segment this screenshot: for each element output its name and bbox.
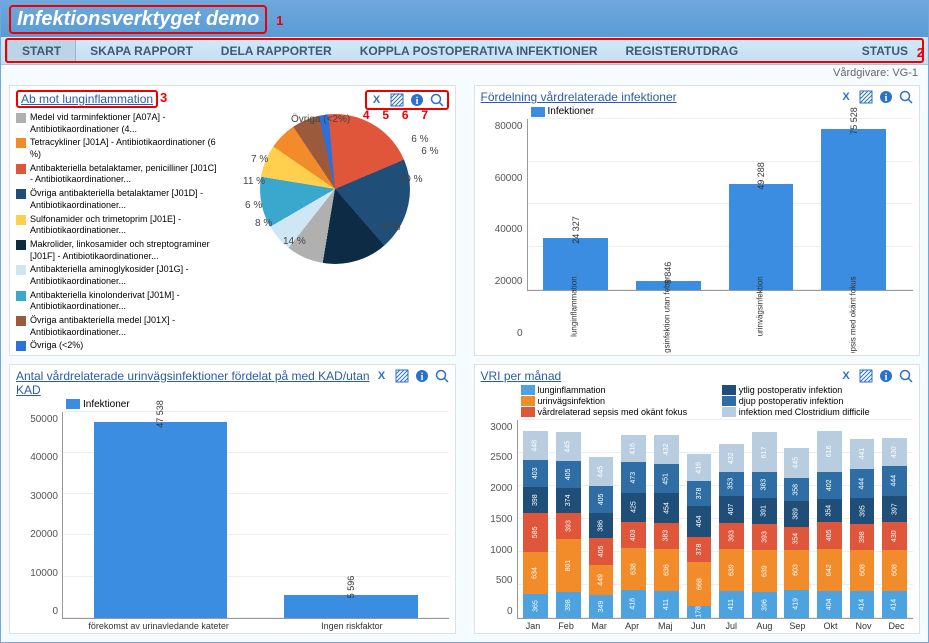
svg-text:i: i bbox=[420, 372, 423, 383]
nav-bar: 2 START SKAPA RAPPORT DELA RAPPORTER KOP… bbox=[1, 37, 928, 65]
panel-bar-top-tools: X i bbox=[839, 90, 913, 104]
legend-label: Tetracykliner [J01A] - Antibiotikaordina… bbox=[30, 137, 221, 160]
panel-stack-tools: X i bbox=[839, 369, 913, 383]
panel-pie-tools: X i 4 5 6 7 bbox=[365, 90, 449, 110]
annotation-1: 1 bbox=[276, 13, 283, 28]
nav-status[interactable]: STATUS bbox=[848, 40, 922, 62]
panel-bar-bl-title[interactable]: Antal vårdrelaterade urinvägsinfektioner… bbox=[16, 369, 375, 397]
close-icon[interactable]: X bbox=[370, 93, 384, 107]
hatch-icon[interactable] bbox=[859, 90, 873, 104]
legend-swatch bbox=[16, 291, 26, 301]
svg-text:i: i bbox=[885, 93, 888, 104]
legend-swatch bbox=[16, 189, 26, 199]
info-icon[interactable]: i bbox=[879, 90, 893, 104]
legend-label: Makrolider, linkosamider och streptogram… bbox=[30, 239, 221, 262]
svg-text:i: i bbox=[885, 372, 888, 383]
panel-bar-bl: Antal vårdrelaterade urinvägsinfektioner… bbox=[9, 364, 456, 635]
pie-slice-label: 20 % bbox=[400, 174, 423, 185]
legend-label: Övriga (<2%) bbox=[30, 340, 83, 352]
nav-registerutdrag[interactable]: REGISTERUTDRAG bbox=[612, 40, 753, 62]
panel-stack-title[interactable]: VRI per månad bbox=[481, 369, 562, 383]
legend-swatch bbox=[16, 265, 26, 275]
panel-bar-bl-tools: X i bbox=[375, 369, 449, 383]
legend-swatch bbox=[16, 341, 26, 351]
pie-chart: Övriga (<2%) 6 % 6 % 20 % 20 % 14 % 8 % … bbox=[221, 110, 449, 353]
info-icon[interactable]: i bbox=[879, 369, 893, 383]
pie-slice-label: 11 % bbox=[243, 176, 265, 187]
dashboard-content: Ab mot lunginflammation 3 X i 4 5 6 7 Me bbox=[1, 81, 928, 642]
legend-swatch bbox=[16, 240, 26, 250]
legend-label: Antibakteriella betalaktamer, penicillin… bbox=[30, 163, 221, 186]
panel-bar-top: Fördelning vårdrelaterade infektioner X … bbox=[474, 85, 921, 356]
annotation-3: 3 bbox=[160, 90, 167, 105]
legend-label: Sulfonamider och trimetoprim [J01E] - An… bbox=[30, 214, 221, 237]
app-title: Infektionsverktyget demo bbox=[17, 8, 259, 30]
zoom-icon[interactable] bbox=[435, 369, 449, 383]
close-icon[interactable]: X bbox=[375, 369, 389, 383]
pie-slice-label: 7 % bbox=[251, 154, 268, 165]
svg-text:i: i bbox=[415, 96, 418, 107]
hatch-icon[interactable] bbox=[390, 93, 404, 107]
info-icon[interactable]: i bbox=[410, 93, 424, 107]
legend-label: Antibakteriella aminoglykosider [J01G] -… bbox=[30, 264, 221, 287]
legend-swatch bbox=[16, 138, 26, 148]
pie-slice-label: 8 % bbox=[255, 218, 272, 229]
hatch-icon[interactable] bbox=[395, 369, 409, 383]
pie-legend: Medel vid tarminfektioner [A07A] - Antib… bbox=[16, 110, 221, 353]
close-icon[interactable]: X bbox=[839, 369, 853, 383]
legend-swatch bbox=[16, 316, 26, 326]
info-icon[interactable]: i bbox=[415, 369, 429, 383]
hatch-icon[interactable] bbox=[859, 369, 873, 383]
app-title-highlight: Infektionsverktyget demo 1 bbox=[9, 5, 267, 34]
nav-skapa-rapport[interactable]: SKAPA RAPPORT bbox=[76, 40, 207, 62]
panel-bar-top-title[interactable]: Fördelning vårdrelaterade infektioner bbox=[481, 90, 677, 104]
pie-slice-label: 14 % bbox=[283, 236, 306, 247]
legend-swatch bbox=[16, 215, 26, 225]
panel-pie: Ab mot lunginflammation 3 X i 4 5 6 7 Me bbox=[9, 85, 456, 356]
zoom-icon[interactable] bbox=[899, 90, 913, 104]
legend-label: Övriga antibakteriella betalaktamer [J01… bbox=[30, 188, 221, 211]
pie-slice-label: Övriga (<2%) bbox=[291, 114, 350, 125]
legend-label: Övriga antibakteriella medel [J01X] - An… bbox=[30, 315, 221, 338]
pie-slice-label: 20 % bbox=[378, 222, 401, 233]
legend-swatch bbox=[16, 164, 26, 174]
zoom-icon[interactable] bbox=[899, 369, 913, 383]
zoom-icon[interactable] bbox=[430, 93, 444, 107]
nav-koppla[interactable]: KOPPLA POSTOPERATIVA INFEKTIONER bbox=[346, 40, 612, 62]
legend-swatch bbox=[16, 113, 26, 123]
pie-slice-label: 6 % bbox=[245, 200, 262, 211]
app-window: Infektionsverktyget demo 1 2 START SKAPA… bbox=[0, 0, 929, 643]
pie-slice-label: 6 % bbox=[421, 146, 438, 157]
close-icon[interactable]: X bbox=[839, 90, 853, 104]
panel-stack: VRI per månad X i lunginflammationurinvä… bbox=[474, 364, 921, 635]
nav-dela-rapporter[interactable]: DELA RAPPORTER bbox=[207, 40, 346, 62]
title-bar: Infektionsverktyget demo 1 bbox=[1, 1, 928, 37]
legend-label: Medel vid tarminfektioner [A07A] - Antib… bbox=[30, 112, 221, 135]
provider-label: Vårdgivare: VG-1 bbox=[1, 65, 928, 81]
pie-slice-label: 6 % bbox=[411, 134, 428, 145]
panel-pie-title[interactable]: Ab mot lunginflammation bbox=[16, 90, 158, 108]
nav-start[interactable]: START bbox=[7, 39, 76, 63]
legend-label: Antibakteriella kinolonderivat [J01M] - … bbox=[30, 290, 221, 313]
